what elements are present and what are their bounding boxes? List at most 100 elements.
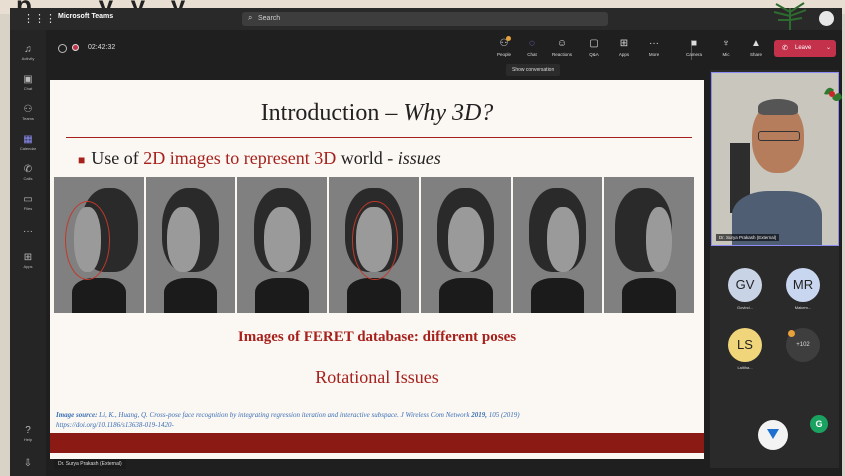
source-text: Li, K., Huang, Q. Cross-pose face recogn… (97, 411, 472, 419)
slide-subheading: Rotational Issues (315, 367, 439, 387)
qa-icon: ▢ (589, 38, 599, 49)
phone-icon: ✆ (23, 164, 33, 175)
slide-title-italic: Why 3D? (403, 100, 494, 126)
source-tail: 105 (2019) (486, 411, 520, 419)
rail-label: Calendar (19, 146, 37, 151)
app-launcher-icon[interactable]: ⋮⋮⋮ (23, 13, 56, 25)
rail-item-calendar[interactable]: ▦ Calendar (10, 134, 46, 151)
face-photo (54, 177, 144, 313)
participant-tile[interactable]: GV Govind... (728, 268, 762, 310)
rail-label: Files (23, 206, 33, 211)
shared-slide: Introduction – Why 3D? ■ Use of 2D images… (50, 80, 704, 459)
control-label: More (648, 52, 660, 57)
rail-label: Chat (23, 86, 33, 91)
rail-label: Apps (23, 264, 33, 269)
face-photo (145, 177, 236, 313)
leave-button[interactable]: ✆ Leave ⌄ (774, 40, 836, 57)
slide-title: Introduction – Why 3D? (50, 100, 704, 127)
bullet-highlight: 2D images to represent 3D (143, 148, 337, 168)
avatar: LS (728, 328, 762, 362)
slide-title-text: Introduction – (260, 100, 404, 126)
participant-tile[interactable]: LS Lalitha... (728, 328, 762, 370)
pose-image-strip (54, 177, 695, 313)
file-icon: ▭ (23, 194, 33, 205)
source-label: Image source: (56, 411, 98, 419)
control-label: Chat (527, 52, 537, 57)
phone-icon: ✆ (782, 45, 788, 52)
control-label: Apps (618, 52, 630, 57)
reactions-button[interactable]: ☺ Reactions (550, 38, 574, 57)
app-rail: ♫ Activity ▣ Chat ⚇ Teams ▦ Calendar ✆ Calls … (10, 30, 46, 476)
control-label: Q&A (589, 52, 599, 57)
apps-button[interactable]: ⊞ Apps (612, 38, 636, 57)
chat-icon: ◌ (529, 38, 535, 49)
status-icon (58, 44, 67, 53)
rail-item-files[interactable]: ▭ Files (10, 194, 46, 211)
slide-caption: Images of FERET database: different pose… (237, 329, 517, 345)
avatar: GV (728, 268, 762, 302)
teams-icon: ⚇ (23, 104, 33, 115)
rail-label: Calls (23, 176, 33, 181)
people-button[interactable]: ⚇ People (492, 36, 516, 57)
tooltip: Show conversation (506, 64, 561, 76)
download-icon: ⇩ (23, 458, 33, 469)
source-year: 2019, (471, 411, 487, 419)
overflow-count: +102 (796, 342, 810, 348)
participant-name: Govind... (736, 305, 753, 310)
rail-item-more[interactable]: ··· (10, 226, 46, 238)
chevron-down-icon[interactable]: ⌄ (826, 44, 831, 51)
rail-item-calls[interactable]: ✆ Calls (10, 164, 46, 181)
bell-icon: ♫ (24, 44, 32, 55)
control-label: Mic (722, 52, 730, 57)
face-photo (420, 177, 511, 313)
face-photo (604, 177, 695, 313)
participant-tile[interactable]: MR Makem... (786, 268, 820, 310)
search-icon: ⌕ (248, 13, 253, 22)
more-participants-button[interactable]: +102 (786, 328, 820, 362)
participant-name: Lalitha... (737, 365, 753, 370)
participants-pane: Dr. Surya Prakash (External) GV Govind..… (710, 70, 839, 468)
rail-item-teams[interactable]: ⚇ Teams (10, 104, 46, 121)
search-bar[interactable]: ⌕ Search (242, 12, 608, 26)
bullet-marker: ■ (78, 153, 86, 167)
rail-item-chat[interactable]: ▣ Chat (10, 74, 46, 91)
participant-name: Makem... (794, 305, 812, 310)
face-photo (237, 177, 328, 313)
meeting-timer: 02:42:32 (88, 44, 116, 51)
apps-icon: ⊞ (23, 252, 33, 263)
palm-leaf-decoration (773, 2, 807, 30)
bullet-text: world - (336, 148, 398, 168)
qa-button[interactable]: ▢ Q&A (582, 38, 606, 57)
profile-avatar[interactable] (819, 11, 834, 26)
app-name: Microsoft Teams (58, 13, 114, 20)
rail-label: Help (23, 437, 33, 442)
raised-hand-icon (788, 330, 795, 337)
title-bar: ⋮⋮⋮ Microsoft Teams ⌕ Search (10, 8, 842, 30)
control-label: Share (749, 52, 762, 57)
rail-item-apps[interactable]: ⊞ Apps (10, 252, 46, 269)
rail-item-download[interactable]: ⇩ (10, 458, 46, 470)
camera-button[interactable]: ■ Camera (682, 38, 706, 57)
source-url[interactable]: https://doi.org/10.1186/s13638-019-1420- (56, 421, 174, 429)
avatar: MR (786, 268, 820, 302)
recording-icon (72, 44, 79, 51)
chat-icon: ▣ (23, 74, 33, 85)
mic-button[interactable]: ♆ Mic (714, 38, 738, 57)
mic-icon: ♆ (722, 38, 730, 49)
more-dots-icon: ··· (23, 226, 33, 237)
grammarly-icon[interactable]: G (810, 415, 828, 433)
more-button[interactable]: ··· More (642, 38, 666, 57)
bullet-italic: issues (397, 148, 441, 168)
rail-item-help[interactable]: ? Help (10, 425, 46, 442)
camera-icon: ■ (690, 38, 698, 49)
share-icon: ▲ (751, 38, 761, 49)
control-label: People (496, 52, 511, 57)
chat-button[interactable]: ◌ Chat (520, 38, 544, 57)
presenter-name-tag: Dr. Surya Prakash (External) (54, 459, 126, 469)
holly-decoration (824, 87, 842, 101)
leave-label: Leave (795, 45, 812, 51)
calendar-icon: ▦ (23, 134, 33, 145)
share-button[interactable]: ▲ Share (744, 38, 768, 57)
rail-item-activity[interactable]: ♫ Activity (10, 44, 46, 61)
organization-logo-icon (758, 420, 788, 450)
